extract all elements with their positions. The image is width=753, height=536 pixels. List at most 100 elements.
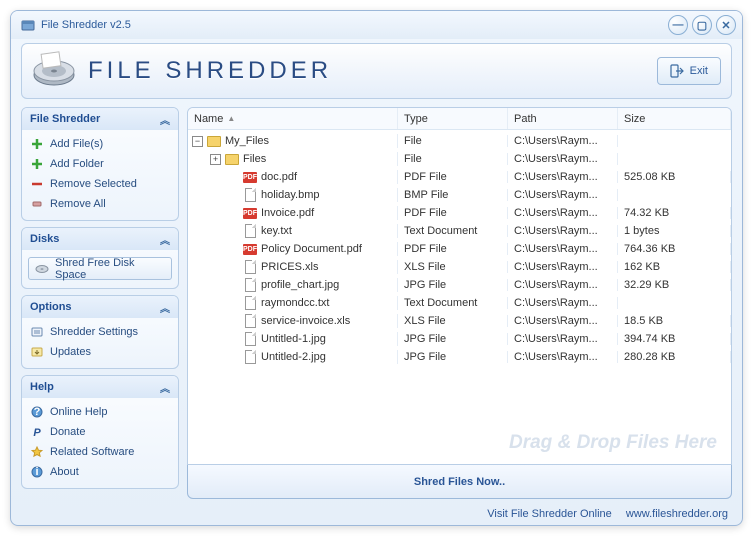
svg-text:i: i <box>35 466 38 478</box>
sidebar-item-updates[interactable]: Updates <box>28 342 172 362</box>
updates-icon <box>30 345 44 359</box>
file-type: PDF File <box>398 171 508 183</box>
file-path: C:\Users\Raym... <box>508 171 618 183</box>
minimize-button[interactable]: — <box>668 15 688 35</box>
file-type: XLS File <box>398 261 508 273</box>
column-headers: Name▲ Type Path Size <box>188 108 731 130</box>
sidebar-item-add-file-s-[interactable]: Add File(s) <box>28 134 172 154</box>
file-type: JPG File <box>398 279 508 291</box>
file-row[interactable]: + FilesFileC:\Users\Raym... <box>188 150 731 168</box>
file-path: C:\Users\Raym... <box>508 207 618 219</box>
sidebar-item-label: About <box>50 466 79 478</box>
file-name: key.txt <box>261 225 292 237</box>
file-rows[interactable]: − My_FilesFileC:\Users\Raym...+ FilesFil… <box>188 130 731 464</box>
file-row[interactable]: PDFdoc.pdfPDF FileC:\Users\Raym...525.08… <box>188 168 731 186</box>
shred-free-space-button[interactable]: Shred Free Disk Space <box>28 257 172 280</box>
file-path: C:\Users\Raym... <box>508 243 618 255</box>
chevron-up-icon: ︽ <box>160 112 170 127</box>
sidebar-item-shredder-settings[interactable]: Shredder Settings <box>28 322 172 342</box>
sidebar-item-add-folder[interactable]: Add Folder <box>28 154 172 174</box>
file-icon <box>243 278 257 292</box>
file-path: C:\Users\Raym... <box>508 297 618 309</box>
panel-header-disks[interactable]: Disks ︽ <box>22 228 178 250</box>
file-name: Files <box>243 153 266 165</box>
file-icon <box>243 224 257 238</box>
file-row[interactable]: key.txtText DocumentC:\Users\Raym...1 by… <box>188 222 731 240</box>
file-name: My_Files <box>225 135 269 147</box>
maximize-button[interactable]: ▢ <box>692 15 712 35</box>
file-type: BMP File <box>398 189 508 201</box>
file-list: Name▲ Type Path Size − My_FilesFileC:\Us… <box>187 107 732 465</box>
sidebar-item-about[interactable]: i About <box>28 462 172 482</box>
app-window: File Shredder v2.5 — ▢ ✕ FILE SHREDDER E… <box>10 10 743 526</box>
sidebar-item-label: Add File(s) <box>50 138 103 150</box>
chevron-up-icon: ︽ <box>160 380 170 395</box>
file-row[interactable]: service-invoice.xlsXLS FileC:\Users\Raym… <box>188 312 731 330</box>
file-name: service-invoice.xls <box>261 315 350 327</box>
file-size: 1 bytes <box>618 225 731 237</box>
file-name: PRICES.xls <box>261 261 318 273</box>
shred-files-button[interactable]: Shred Files Now.. <box>187 465 732 499</box>
sidebar-item-related-software[interactable]: Related Software <box>28 442 172 462</box>
exit-label: Exit <box>690 65 708 77</box>
file-row[interactable]: PDFInvoice.pdfPDF FileC:\Users\Raym...74… <box>188 204 731 222</box>
file-path: C:\Users\Raym... <box>508 351 618 363</box>
file-icon <box>243 260 257 274</box>
footer-text: Visit File Shredder Online <box>487 508 612 520</box>
exit-button[interactable]: Exit <box>657 57 721 85</box>
sidebar-item-donate[interactable]: PDonate <box>28 422 172 442</box>
file-row[interactable]: PRICES.xlsXLS FileC:\Users\Raym...162 KB <box>188 258 731 276</box>
sidebar-item-remove-selected[interactable]: Remove Selected <box>28 174 172 194</box>
tree-expander[interactable]: − <box>192 136 203 147</box>
file-name: profile_chart.jpg <box>261 279 339 291</box>
col-type[interactable]: Type <box>398 108 508 129</box>
file-size: 74.32 KB <box>618 207 731 219</box>
col-size[interactable]: Size <box>618 108 731 129</box>
file-row[interactable]: PDFPolicy Document.pdfPDF FileC:\Users\R… <box>188 240 731 258</box>
close-button[interactable]: ✕ <box>716 15 736 35</box>
panel-header-help[interactable]: Help ︽ <box>22 376 178 398</box>
sidebar-item-label: Online Help <box>50 406 107 418</box>
minus-red-icon <box>30 177 44 191</box>
sidebar: File Shredder ︽ Add File(s) Add Folder Rem… <box>21 107 179 499</box>
titlebar: File Shredder v2.5 — ▢ ✕ <box>11 11 742 39</box>
folder-icon <box>225 152 239 166</box>
footer-link[interactable]: www.fileshredder.org <box>626 508 728 520</box>
panel-help: Help ︽ ?Online HelpPDonateRelated Softwa… <box>21 375 179 489</box>
panel-disks: Disks ︽ Shred Free Disk Space <box>21 227 179 289</box>
panel-header-options[interactable]: Options ︽ <box>22 296 178 318</box>
info-icon: i <box>30 465 44 479</box>
window-title: File Shredder v2.5 <box>41 19 131 31</box>
file-row[interactable]: Untitled-1.jpgJPG FileC:\Users\Raym...39… <box>188 330 731 348</box>
sidebar-item-online-help[interactable]: ?Online Help <box>28 402 172 422</box>
paypal-icon: P <box>30 425 44 439</box>
folder-icon <box>207 134 221 148</box>
file-size: 764.36 KB <box>618 243 731 255</box>
file-row[interactable]: holiday.bmpBMP FileC:\Users\Raym... <box>188 186 731 204</box>
pdf-icon: PDF <box>243 206 257 220</box>
panel-file-shredder: File Shredder ︽ Add File(s) Add Folder Rem… <box>21 107 179 221</box>
file-row[interactable]: − My_FilesFileC:\Users\Raym... <box>188 132 731 150</box>
col-path[interactable]: Path <box>508 108 618 129</box>
pdf-icon: PDF <box>243 242 257 256</box>
file-type: XLS File <box>398 315 508 327</box>
panel-header-shredder[interactable]: File Shredder ︽ <box>22 108 178 130</box>
sidebar-item-remove-all[interactable]: Remove All <box>28 194 172 214</box>
file-row[interactable]: raymondcc.txtText DocumentC:\Users\Raym.… <box>188 294 731 312</box>
header: FILE SHREDDER Exit <box>21 43 732 99</box>
sidebar-item-label: Shredder Settings <box>50 326 138 338</box>
sidebar-item-label: Add Folder <box>50 158 104 170</box>
eraser-icon <box>30 197 44 211</box>
file-name: Untitled-2.jpg <box>261 351 326 363</box>
col-name[interactable]: Name▲ <box>188 108 398 129</box>
tree-expander[interactable]: + <box>210 154 221 165</box>
file-type: Text Document <box>398 225 508 237</box>
file-row[interactable]: profile_chart.jpgJPG FileC:\Users\Raym..… <box>188 276 731 294</box>
file-row[interactable]: Untitled-2.jpgJPG FileC:\Users\Raym...28… <box>188 348 731 366</box>
disk-icon <box>35 262 49 276</box>
file-size: 525.08 KB <box>618 171 731 183</box>
file-icon <box>243 188 257 202</box>
file-icon <box>243 350 257 364</box>
file-path: C:\Users\Raym... <box>508 189 618 201</box>
panel-options: Options ︽ Shredder Settings Updates <box>21 295 179 369</box>
